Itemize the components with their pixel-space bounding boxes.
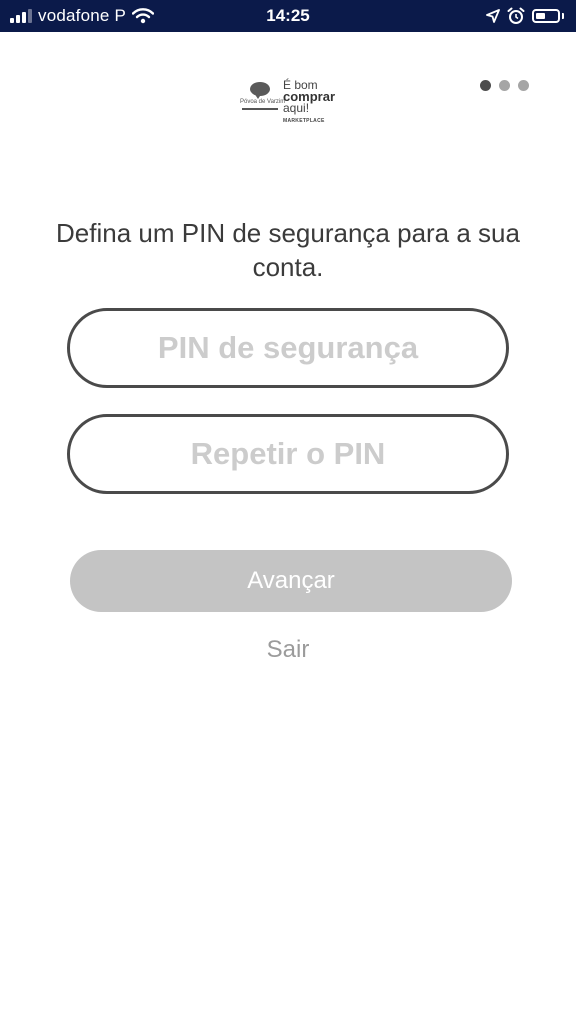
battery-level	[536, 13, 545, 19]
page-dot-1	[480, 80, 491, 91]
page-indicator	[480, 80, 529, 91]
next-button[interactable]: Avançar	[70, 550, 512, 612]
instruction-text: Defina um PIN de segurança para a sua co…	[56, 218, 520, 282]
battery-cap	[562, 13, 564, 19]
logo-underline	[242, 108, 278, 110]
app-logo: Póvoa de Varzim É bom comprar aqui! MARK…	[240, 79, 340, 126]
pin-input[interactable]	[67, 308, 509, 388]
slogan: É bom comprar aqui! MARKETPLACE	[283, 79, 335, 124]
city-logo: Póvoa de Varzim	[240, 82, 286, 118]
repeat-pin-input[interactable]	[67, 414, 509, 494]
exit-link[interactable]: Sair	[0, 636, 576, 664]
battery-icon	[532, 9, 560, 23]
page-dot-3	[518, 80, 529, 91]
city-name: Póvoa de Varzim	[240, 99, 286, 105]
marketplace-tag: MARKETPLACE	[283, 118, 325, 124]
status-bar: vodafone P 14:25	[0, 0, 576, 32]
page-dot-2	[499, 80, 510, 91]
status-right	[486, 0, 564, 32]
alarm-icon	[507, 7, 525, 24]
slogan-line-3: aqui!	[283, 101, 310, 115]
location-icon	[486, 9, 500, 23]
